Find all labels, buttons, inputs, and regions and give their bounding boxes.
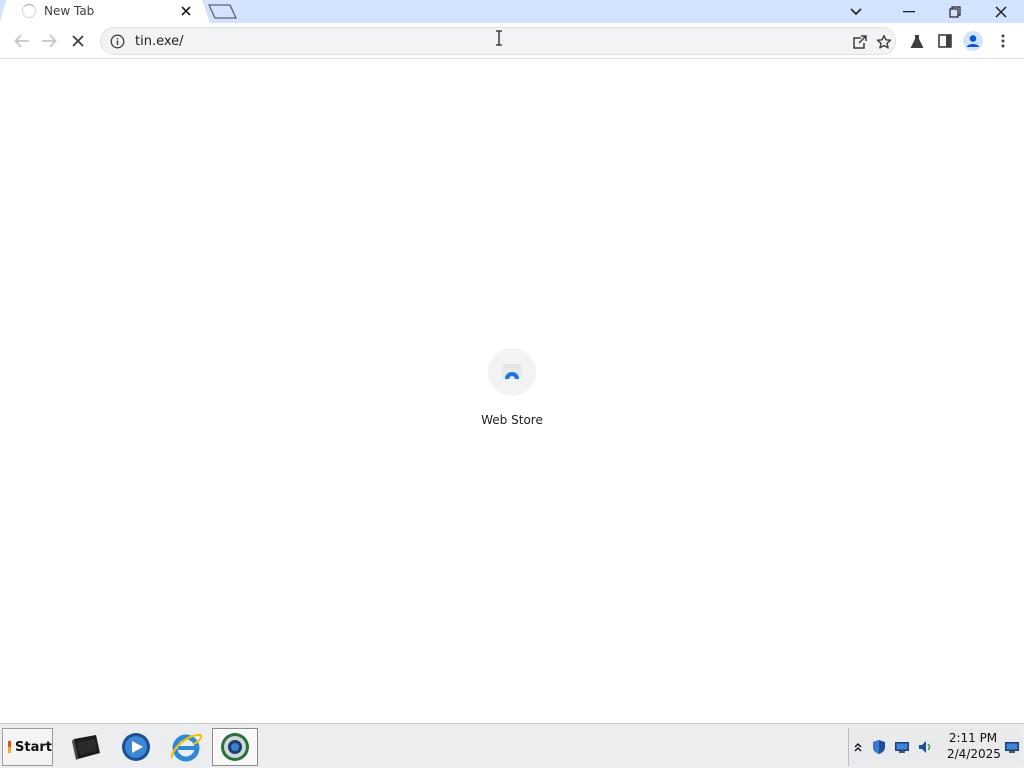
address-bar-url: tin.exe/ <box>135 34 184 49</box>
labs-flask-icon[interactable] <box>907 31 927 51</box>
clock[interactable]: 2:11 PM 2/4/2025 <box>947 730 1001 762</box>
shortcut-web-store[interactable]: Web Store <box>472 348 552 440</box>
start-button[interactable]: Start <box>2 728 53 766</box>
side-panel-icon[interactable] <box>935 31 955 51</box>
taskbar: Start 2:11 PM 2/4/2025 <box>0 723 1024 768</box>
volume-icon[interactable] <box>917 739 933 755</box>
web-store-icon <box>501 362 523 383</box>
action-center-icon[interactable] <box>1004 739 1020 755</box>
bookmark-star-icon[interactable] <box>875 33 893 51</box>
clock-date: 2/4/2025 <box>947 747 1001 761</box>
system-tray: 2:11 PM 2/4/2025 <box>848 728 1022 766</box>
security-shield-icon[interactable] <box>871 739 887 755</box>
tab-search-chevron-icon[interactable] <box>834 0 878 23</box>
restore-button[interactable] <box>933 0 977 23</box>
new-tab-page: Web Store <box>0 60 1024 723</box>
start-label: Start <box>15 739 52 755</box>
windows-flag-icon <box>8 741 12 753</box>
text-cursor-icon <box>494 30 504 46</box>
network-icon[interactable] <box>894 739 910 755</box>
stop-loading-button[interactable] <box>67 30 89 52</box>
shortcut-tile <box>488 348 536 396</box>
clock-time: 2:11 PM <box>948 731 998 745</box>
tab-strip: New Tab <box>0 0 1024 23</box>
new-tab-button[interactable] <box>207 4 238 19</box>
chrome-icon[interactable] <box>212 728 258 766</box>
tab-title: New Tab <box>44 4 95 18</box>
minimize-button[interactable] <box>887 0 931 23</box>
forward-button[interactable] <box>38 30 60 52</box>
site-info-icon[interactable] <box>110 34 125 49</box>
browser-toolbar: tin.exe/ <box>0 23 1024 59</box>
share-icon[interactable] <box>851 33 869 51</box>
loading-spinner-icon <box>22 4 36 18</box>
profile-avatar-icon[interactable] <box>963 31 983 51</box>
tab-new-tab[interactable]: New Tab <box>0 0 210 23</box>
tab-close-icon[interactable] <box>178 3 194 19</box>
internet-explorer-icon[interactable] <box>163 728 209 766</box>
media-player-icon[interactable] <box>113 728 159 766</box>
back-button[interactable] <box>11 30 33 52</box>
terminal-icon[interactable] <box>63 728 109 766</box>
show-hidden-icons-chevron-icon[interactable] <box>850 739 866 755</box>
shortcut-label: Web Store <box>481 413 543 427</box>
more-menu-icon[interactable] <box>993 31 1013 51</box>
close-window-button[interactable] <box>979 0 1023 23</box>
